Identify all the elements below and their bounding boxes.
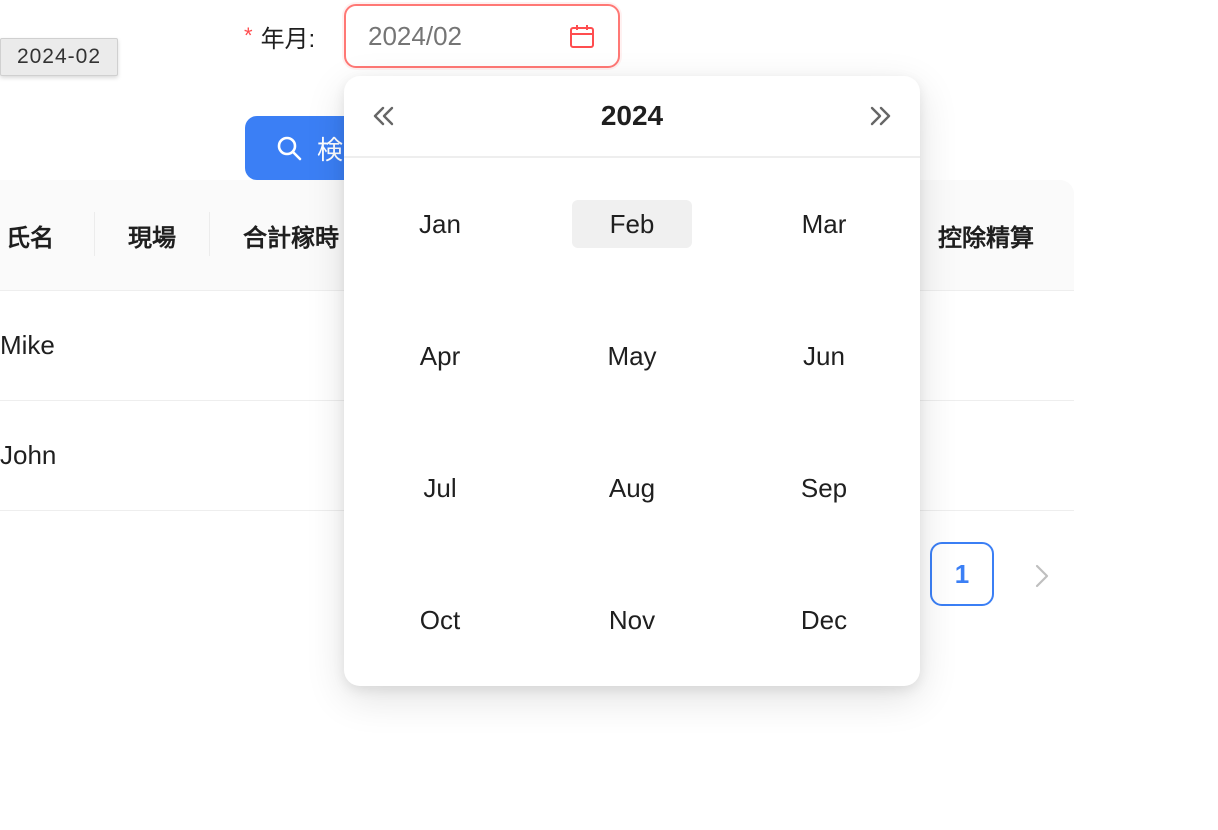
month-cell-feb[interactable]: Feb	[536, 158, 728, 290]
month-label: May	[607, 340, 657, 371]
month-label: Aug	[608, 472, 656, 503]
month-label: Jul	[423, 472, 457, 503]
month-cell-jun[interactable]: Jun	[728, 290, 920, 422]
month-cell-sep[interactable]: Sep	[728, 422, 920, 554]
month-cell-apr[interactable]: Apr	[344, 290, 536, 422]
column-header-name[interactable]: 氏名	[6, 180, 54, 290]
month-label: Apr	[419, 340, 461, 371]
year-month-label-text: 年月:	[260, 25, 316, 53]
year-month-label: * 年月:	[244, 18, 315, 54]
cell-name: Mike	[0, 330, 55, 360]
required-mark: *	[244, 23, 253, 48]
month-cell-may[interactable]: May	[536, 290, 728, 422]
month-label: Feb	[572, 200, 692, 248]
search-icon	[277, 136, 302, 161]
month-cell-jan[interactable]: Jan	[344, 158, 536, 290]
month-cell-aug[interactable]: Aug	[536, 422, 728, 554]
chevron-right-icon[interactable]	[1022, 556, 1062, 596]
month-cell-oct[interactable]: Oct	[344, 554, 536, 686]
month-cell-jul[interactable]: Jul	[344, 422, 536, 554]
month-grid: Jan Feb Mar Apr May Jun Jul Aug Sep Oct …	[344, 158, 920, 686]
month-cell-mar[interactable]: Mar	[728, 158, 920, 290]
month-label: Nov	[608, 604, 656, 635]
month-label: Sep	[800, 472, 848, 503]
value-tooltip: 2024-02	[0, 38, 118, 76]
month-label: Jan	[419, 208, 461, 239]
month-picker-header: 2024	[344, 76, 920, 158]
month-cell-dec[interactable]: Dec	[728, 554, 920, 686]
search-button-label: 検	[317, 134, 344, 165]
column-header-site[interactable]: 現場	[128, 180, 176, 290]
double-left-icon[interactable]	[368, 100, 400, 132]
month-picker-dropdown: 2024 Jan Feb Mar Apr May Jun Jul Aug Sep…	[344, 76, 920, 686]
year-month-input[interactable]	[368, 20, 548, 52]
double-right-icon[interactable]	[864, 100, 896, 132]
month-label: Dec	[800, 604, 848, 635]
column-header-total-hours[interactable]: 合計稼時	[243, 180, 339, 290]
calendar-icon[interactable]	[568, 23, 596, 51]
year-month-picker-input[interactable]	[344, 4, 620, 68]
month-label: Oct	[419, 604, 461, 635]
month-label: Mar	[801, 208, 847, 239]
month-cell-nov[interactable]: Nov	[536, 554, 728, 686]
cell-name: John	[0, 440, 57, 470]
column-divider	[209, 212, 210, 256]
column-header-deduction[interactable]: 控除精算	[938, 180, 1034, 290]
pagination-page-1[interactable]: 1	[930, 542, 994, 606]
picker-year-label[interactable]: 2024	[601, 100, 663, 132]
column-divider	[94, 212, 95, 256]
month-label: Jun	[803, 340, 845, 371]
